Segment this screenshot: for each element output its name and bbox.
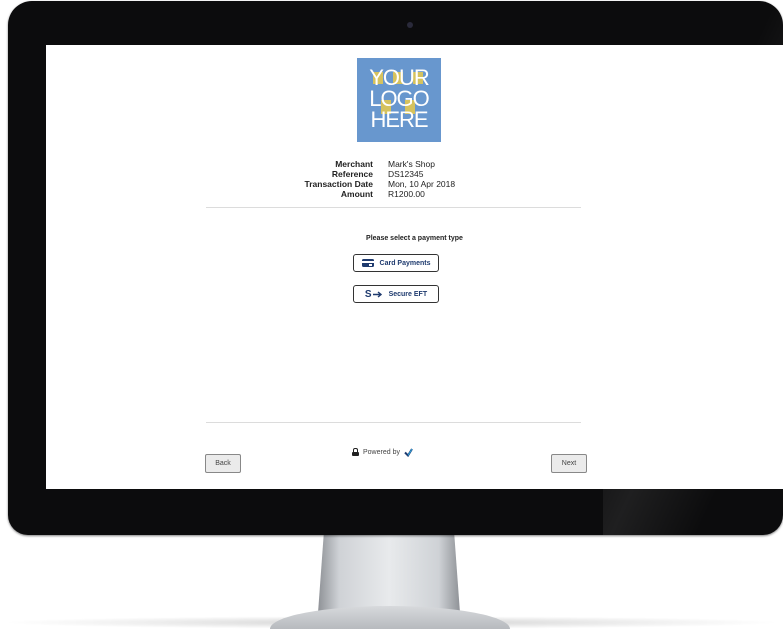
monitor-stand-base	[270, 606, 510, 629]
brand-checkmark-icon	[404, 447, 413, 457]
detail-value: Mark's Shop	[388, 159, 435, 169]
divider	[206, 422, 581, 423]
detail-row-merchant: Merchant Mark's Shop	[46, 159, 783, 169]
detail-label: Amount	[340, 189, 373, 199]
back-button[interactable]: Back	[205, 454, 241, 473]
detail-value: DS12345	[388, 169, 424, 179]
powered-by: Powered by	[352, 446, 413, 458]
divider	[206, 207, 581, 208]
detail-label: Merchant	[335, 159, 373, 169]
merchant-logo: YOUR LOGO HERE	[357, 58, 441, 142]
card-payments-label: Card Payments	[379, 259, 431, 267]
secure-eft-button[interactable]: S Secure EFT	[353, 285, 439, 303]
credit-card-icon	[361, 259, 374, 267]
next-button[interactable]: Next	[551, 454, 587, 473]
detail-label: Reference	[331, 169, 373, 179]
detail-row-transaction-date: Transaction Date Mon, 10 Apr 2018	[46, 179, 783, 189]
logo-text: YOUR LOGO HERE	[369, 65, 430, 132]
detail-value: Mon, 10 Apr 2018	[388, 179, 456, 189]
payment-screen: YOUR LOGO HERE Merchant Mark's Shop Refe…	[46, 45, 783, 489]
powered-by-label: Powered by	[363, 448, 400, 456]
detail-row-reference: Reference DS12345	[46, 169, 783, 179]
transaction-details: Merchant Mark's Shop Reference DS12345 T…	[46, 159, 783, 199]
detail-row-amount: Amount R1200.00	[46, 189, 783, 199]
lock-icon	[352, 448, 359, 456]
payment-type-prompt: Please select a payment type	[366, 235, 463, 242]
camera-icon	[407, 22, 413, 28]
detail-value: R1200.00	[388, 189, 425, 199]
card-payments-button[interactable]: Card Payments	[353, 254, 439, 272]
secure-eft-label: Secure EFT	[388, 290, 428, 298]
detail-label: Transaction Date	[304, 179, 374, 189]
monitor-stand-neck	[318, 535, 460, 613]
secure-eft-icon: S	[365, 289, 383, 300]
